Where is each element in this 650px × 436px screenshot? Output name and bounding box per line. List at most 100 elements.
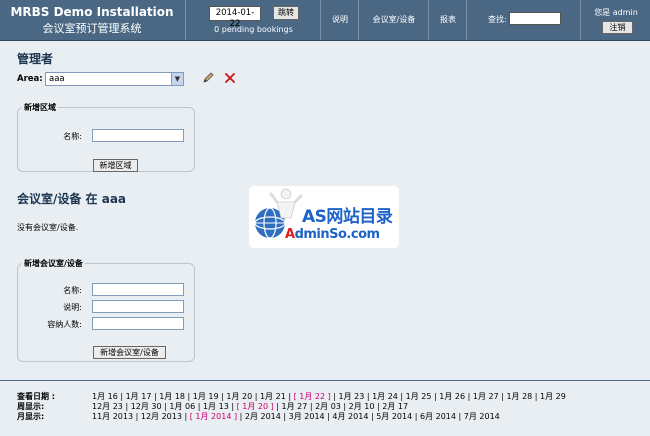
link-separator: | (455, 412, 464, 421)
day-link[interactable]: 1月 24 (372, 392, 398, 401)
week-link[interactable]: 2月 10 (349, 402, 375, 411)
edit-pencil-icon[interactable] (201, 71, 215, 85)
nav-report[interactable]: 报表 (428, 0, 467, 40)
link-separator: | (280, 412, 289, 421)
week-link[interactable]: 1月 27 (281, 402, 307, 411)
link-separator: | (133, 412, 141, 421)
day-link[interactable]: 1月 18 (159, 392, 185, 401)
search-label: 查找: (488, 15, 507, 24)
link-separator: | (181, 412, 190, 421)
link-separator: | (412, 412, 420, 421)
add-room-button[interactable]: 新增会议室/设备 (93, 346, 166, 359)
watermark-text-line2-a: A (285, 227, 295, 242)
week-link[interactable]: 2月 03 (315, 402, 341, 411)
month-link[interactable]: 12月 2013 (141, 412, 182, 421)
page-title: 管理者 (17, 52, 54, 66)
day-link[interactable]: 1月 23 (338, 392, 364, 401)
add-area-button[interactable]: 新增区域 (93, 159, 138, 172)
link-separator: | (252, 392, 260, 401)
app-subtitle: 会议室预订管理系统 (42, 22, 142, 35)
link-separator: | (465, 392, 473, 401)
day-link[interactable]: 1月 28 (506, 392, 532, 401)
link-separator: | (307, 402, 316, 411)
app-title[interactable]: MRBS Demo Installation (0, 5, 184, 19)
add-area-form: 新增区域 名称: 新增区域 (17, 102, 195, 172)
week-link[interactable]: 12月 30 (131, 402, 162, 411)
search-block: 查找: (466, 0, 581, 40)
month-link[interactable]: 2月 2014 (245, 412, 281, 421)
day-link[interactable]: [ 1月 22 ] (294, 392, 331, 401)
nav-help[interactable]: 说明 (320, 0, 359, 40)
room-capacity-input[interactable] (92, 317, 184, 330)
header-banner: MRBS Demo Installation 会议室预订管理系统 2014-01… (0, 0, 650, 41)
date-selector: 2014-01-22 跳转 0 pending bookings (185, 0, 321, 40)
room-name-label: 名称: (63, 286, 82, 295)
month-link[interactable]: 4月 2014 (332, 412, 368, 421)
link-separator: | (397, 392, 406, 401)
search-input[interactable] (509, 12, 561, 25)
user-block: 您是 admin 注销 (580, 0, 650, 40)
chevron-down-icon[interactable]: ▼ (171, 73, 183, 85)
week-link[interactable]: 1月 06 (169, 402, 195, 411)
month-link[interactable]: 5月 2014 (376, 412, 412, 421)
nav-rooms[interactable]: 会议室/设备 (358, 0, 429, 40)
room-name-input[interactable] (92, 283, 184, 296)
footer-month-label: 月显示: (17, 412, 45, 421)
rooms-heading: 会议室/设备 在 aaa (17, 192, 127, 206)
link-separator: | (195, 402, 203, 411)
month-link[interactable]: 6月 2014 (420, 412, 456, 421)
footer-divider (0, 380, 650, 381)
month-link[interactable]: 11月 2013 (92, 412, 133, 421)
watermark-text-line2-b: dminSo.com (294, 227, 380, 242)
watermark-text-line2: AdminSo.com (285, 227, 380, 242)
link-separator: | (185, 392, 193, 401)
no-rooms-message: 没有会议室/设备. (17, 223, 79, 232)
area-label: Area: (17, 74, 43, 84)
month-link[interactable]: 7月 2014 (464, 412, 500, 421)
link-separator: | (285, 392, 294, 401)
day-link[interactable]: 1月 16 (92, 392, 118, 401)
delete-x-icon[interactable] (223, 71, 237, 85)
link-separator: | (340, 402, 349, 411)
link-separator: | (117, 392, 126, 401)
day-link[interactable]: 1月 21 (260, 392, 286, 401)
week-link[interactable]: 12月 23 (92, 402, 123, 411)
user-info[interactable]: 您是 admin (581, 7, 650, 18)
area-name-input[interactable] (92, 129, 184, 142)
day-link[interactable]: 1月 17 (126, 392, 152, 401)
area-select-value: aaa (49, 74, 65, 84)
area-select[interactable]: aaa ▼ (45, 72, 184, 86)
link-separator: | (228, 402, 237, 411)
add-room-legend: 新增会议室/设备 (24, 259, 83, 268)
link-separator: | (122, 402, 131, 411)
company-block[interactable]: MRBS Demo Installation 会议室预订管理系统 (0, 0, 184, 40)
add-area-legend: 新增区域 (24, 103, 56, 112)
room-capacity-label: 容纳人数: (47, 320, 82, 329)
watermark-text-line1: AS网站目录 (302, 207, 393, 227)
add-room-form: 新增会议室/设备 名称: 说明: 容纳人数: 新增会议室/设备 (17, 258, 195, 362)
link-separator: | (237, 412, 245, 421)
link-separator: | (364, 392, 373, 401)
area-name-label: 名称: (63, 132, 82, 141)
day-link[interactable]: 1月 26 (439, 392, 465, 401)
day-link[interactable]: 1月 20 (226, 392, 252, 401)
day-link[interactable]: 1月 29 (540, 392, 566, 401)
day-link[interactable]: 1月 25 (406, 392, 432, 401)
goto-button[interactable]: 跳转 (273, 6, 299, 20)
person-figure-icon (269, 188, 303, 219)
week-link[interactable]: 2月 17 (382, 402, 408, 411)
date-input[interactable]: 2014-01-22 (209, 6, 261, 29)
watermark-logo: AS网站目录 AdminSo.com (249, 186, 399, 248)
month-link[interactable]: 3月 2014 (289, 412, 325, 421)
footer-month-links: 11月 2013 | 12月 2013 | [ 1月 2014 ] | 2月 2… (92, 411, 500, 422)
room-desc-input[interactable] (92, 300, 184, 313)
logout-button[interactable]: 注销 (602, 21, 633, 34)
day-link[interactable]: 1月 27 (473, 392, 499, 401)
pending-bookings-link[interactable]: 0 pending bookings (186, 25, 321, 34)
room-desc-label: 说明: (63, 303, 82, 312)
week-link[interactable]: [ 1月 20 ] (237, 402, 274, 411)
month-link[interactable]: [ 1月 2014 ] (190, 412, 237, 421)
link-separator: | (532, 392, 541, 401)
week-link[interactable]: 1月 13 (203, 402, 229, 411)
day-link[interactable]: 1月 19 (193, 392, 219, 401)
